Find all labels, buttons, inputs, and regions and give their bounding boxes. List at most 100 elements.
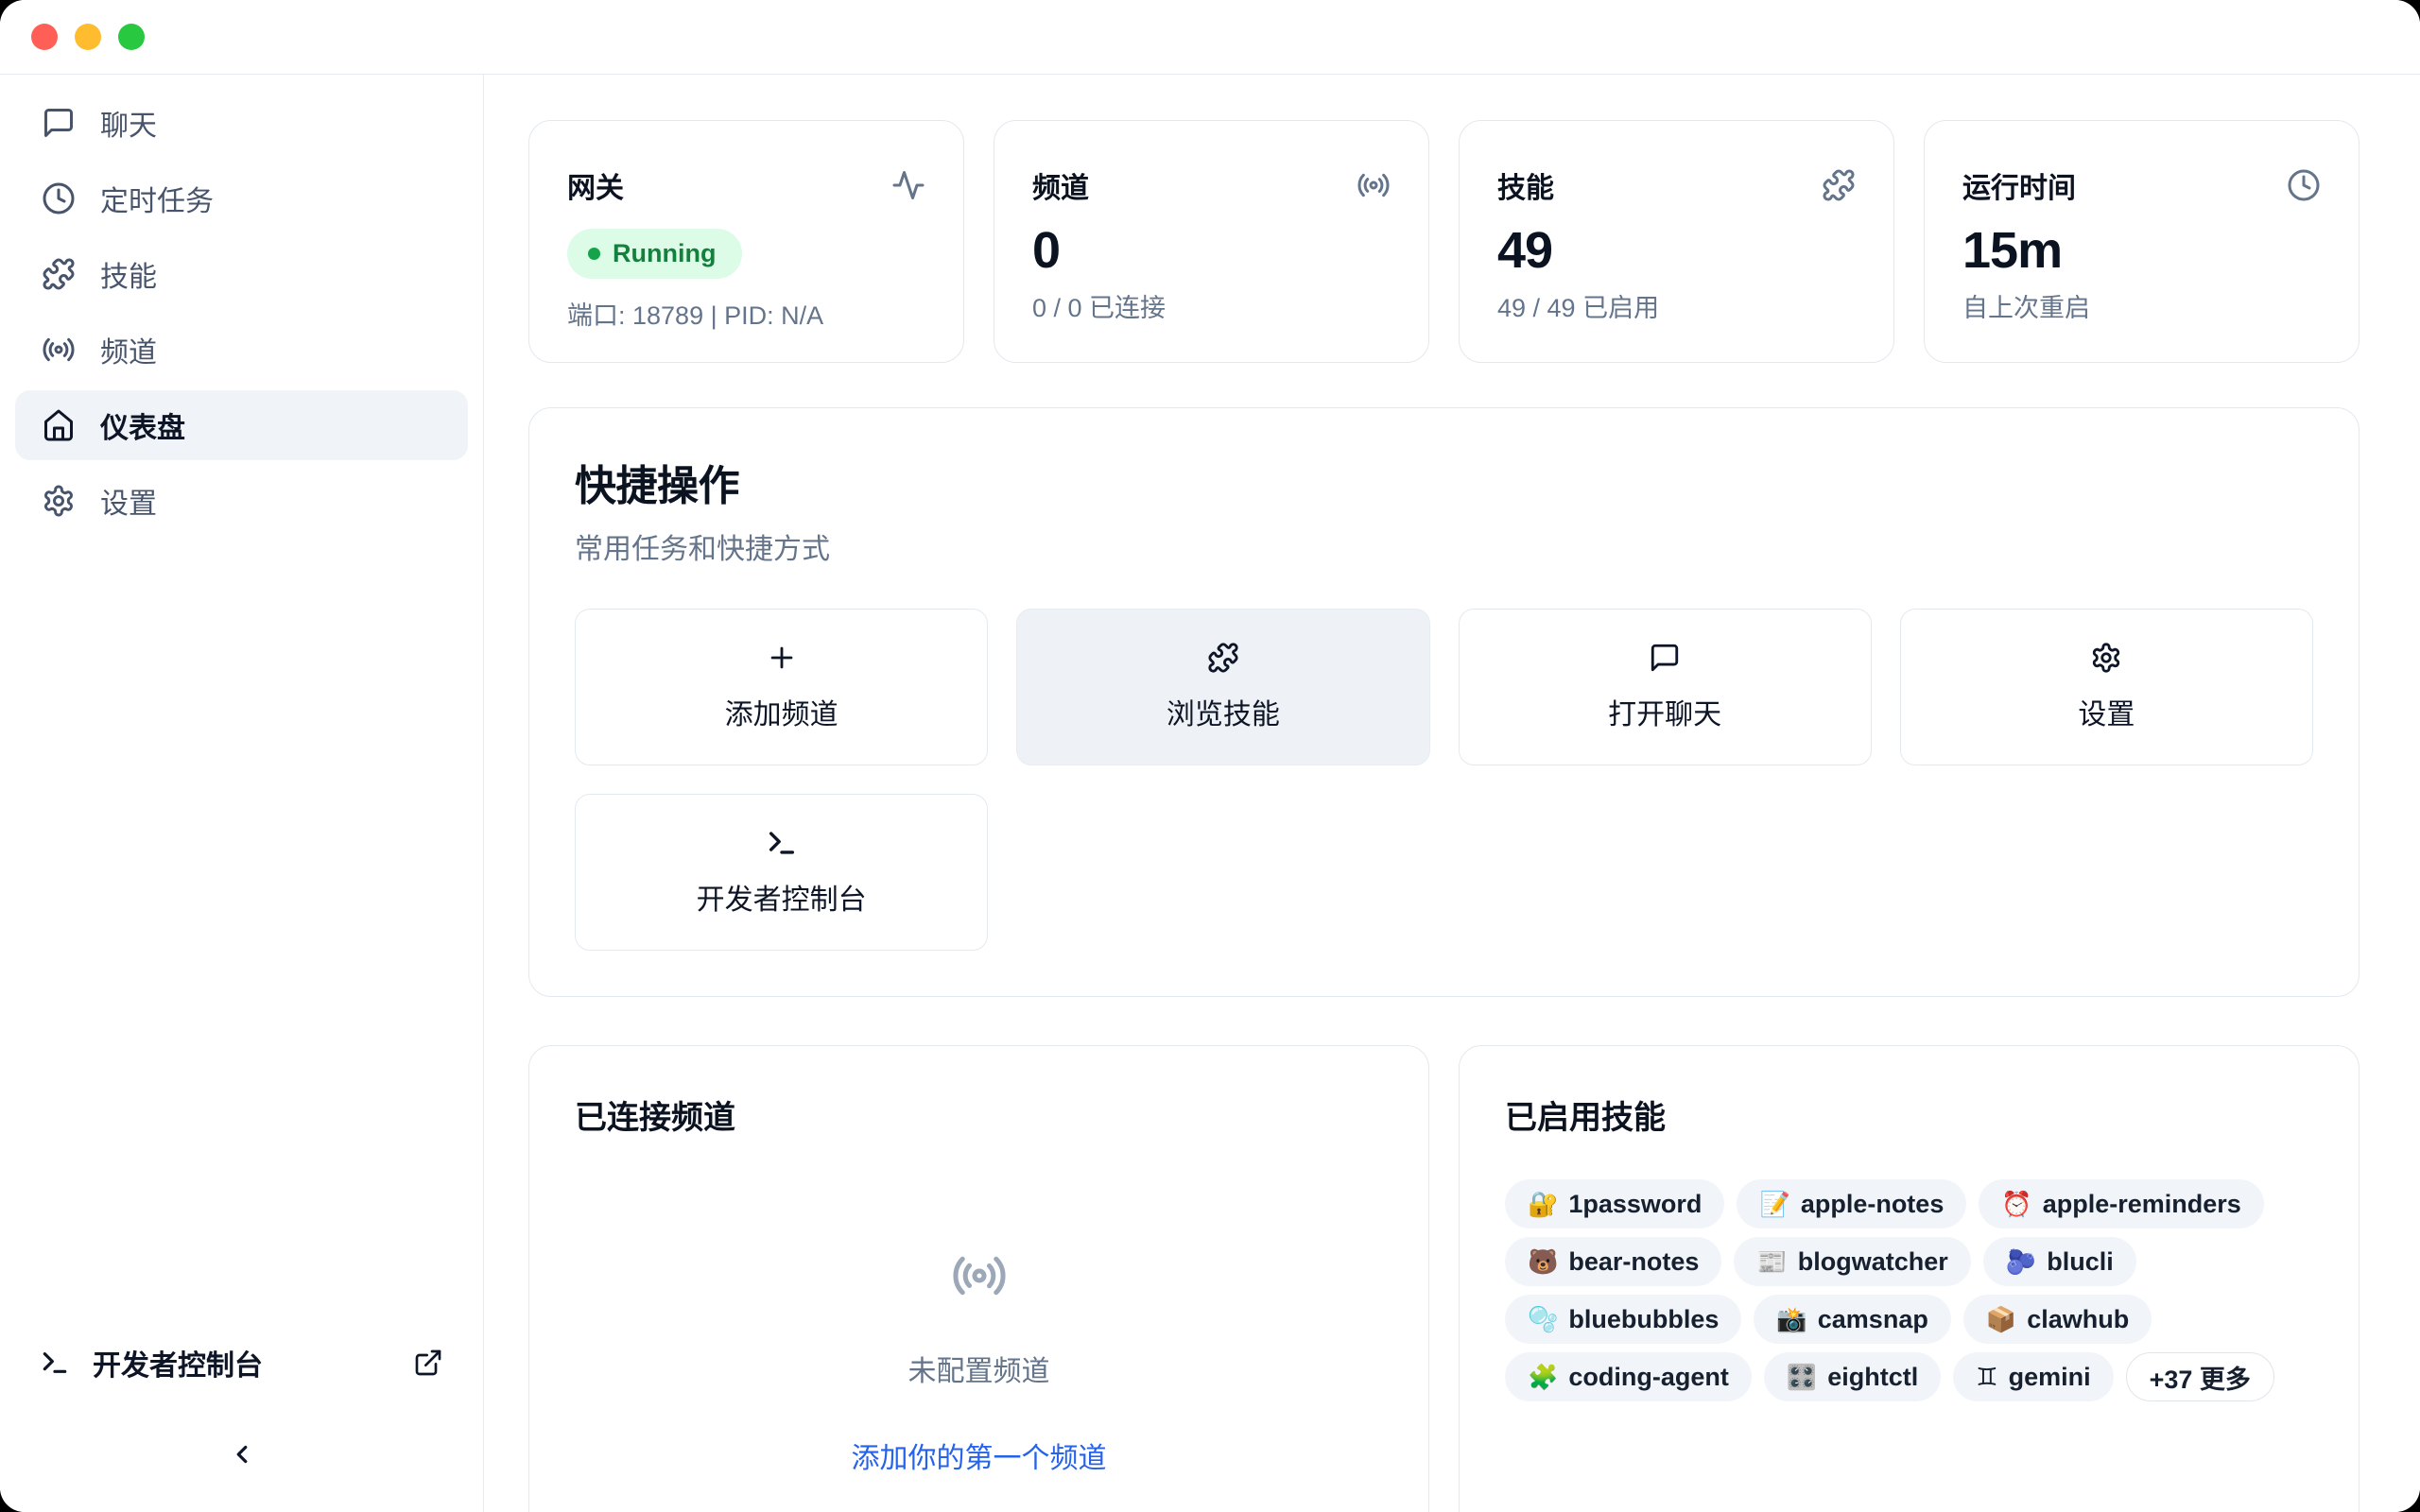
browse-skills-button[interactable]: 浏览技能 xyxy=(1016,609,1429,765)
stat-title: 频道 xyxy=(1032,164,1089,206)
connected-channels-title: 已连接频道 xyxy=(575,1091,1383,1138)
open-chat-button[interactable]: 打开聊天 xyxy=(1459,609,1872,765)
developer-console-button[interactable]: 开发者控制台 xyxy=(575,794,988,951)
close-button[interactable] xyxy=(31,24,58,50)
sidebar-dev-console[interactable]: 开发者控制台 xyxy=(15,1332,468,1393)
puzzle-icon xyxy=(1822,168,1856,202)
add-channel-button[interactable]: 添加频道 xyxy=(575,609,988,765)
skill-emoji: 🫐 xyxy=(2006,1249,2036,1274)
skill-chip[interactable]: 📸camsnap xyxy=(1754,1295,1950,1344)
sidebar-item-label: 聊天 xyxy=(100,102,157,144)
puzzle-icon xyxy=(42,257,76,291)
titlebar xyxy=(0,0,2420,75)
skill-name: bluebubbles xyxy=(1568,1305,1719,1334)
skill-chip[interactable]: 🎛️ eightctl xyxy=(1764,1352,1941,1401)
app-window: 聊天 定时任务 技能 频道 仪表盘 xyxy=(0,0,2420,1512)
gear-icon xyxy=(42,484,76,518)
skill-emoji: 📦 xyxy=(1986,1307,2016,1332)
skill-name: bear-notes xyxy=(1568,1247,1699,1277)
skill-name: apple-notes xyxy=(1801,1190,1945,1219)
stat-card-gateway: 网关 Running 端口: 18789 | PID: N/A xyxy=(528,120,964,363)
sidebar-item-label: 技能 xyxy=(100,253,157,295)
skills-chip-list: 🔐1password 📝 apple-notes ⏰apple-reminders… xyxy=(1505,1179,2313,1401)
settings-button[interactable]: 设置 xyxy=(1900,609,2313,765)
sidebar-item-label: 仪表盘 xyxy=(100,404,185,446)
dev-console-label: 开发者控制台 xyxy=(93,1342,263,1383)
skill-name: clawhub xyxy=(2027,1305,2129,1334)
activity-icon xyxy=(891,168,925,202)
quick-actions-grid: 添加频道 浏览技能 打开聊天 设置 xyxy=(575,609,2313,951)
stat-card-skills: 技能 49 49 / 49 已启用 xyxy=(1459,120,1894,363)
clock-icon xyxy=(2287,168,2321,202)
skill-chip[interactable]: ♊gemini xyxy=(1953,1352,2113,1401)
enabled-skills-title: 已启用技能 xyxy=(1505,1091,2313,1138)
skill-chip[interactable]: 🫐 blucli xyxy=(1983,1237,2136,1286)
skill-emoji: 🫧 xyxy=(1528,1307,1558,1332)
stat-subtext: 自上次重启 xyxy=(1962,287,2321,324)
action-label: 设置 xyxy=(2078,691,2135,732)
add-first-channel-link[interactable]: 添加你的第一个频道 xyxy=(852,1435,1107,1476)
skill-chip[interactable]: 📝 apple-notes xyxy=(1737,1179,1966,1228)
sidebar-collapse-button[interactable] xyxy=(219,1433,265,1478)
skill-emoji: 📝 xyxy=(1759,1192,1789,1216)
stat-subtext: 0 / 0 已连接 xyxy=(1032,287,1391,324)
plus-icon xyxy=(766,642,798,674)
action-label: 开发者控制台 xyxy=(697,876,867,918)
zoom-button[interactable] xyxy=(118,24,145,50)
stat-value: 0 xyxy=(1032,221,1391,280)
skill-name: 1password xyxy=(1568,1190,1702,1219)
skill-chip[interactable]: ⏰apple-reminders xyxy=(1979,1179,2263,1228)
skill-name: gemini xyxy=(2009,1363,2091,1392)
skill-emoji: ⏰ xyxy=(2001,1192,2031,1216)
status-dot xyxy=(588,248,600,260)
sidebar-item-skills[interactable]: 技能 xyxy=(15,239,468,309)
skill-chip[interactable]: 🐻 bear-notes xyxy=(1505,1237,1721,1286)
puzzle-icon xyxy=(1207,642,1239,674)
sidebar-item-scheduled-tasks[interactable]: 定时任务 xyxy=(15,163,468,233)
more-skills-chip[interactable]: +37 更多 xyxy=(2126,1352,2274,1401)
status-badge: Running xyxy=(567,229,742,279)
skill-name: eightctl xyxy=(1827,1363,1918,1392)
terminal-icon xyxy=(766,827,798,859)
skill-name: camsnap xyxy=(1818,1305,1928,1334)
sidebar-item-dashboard[interactable]: 仪表盘 xyxy=(15,390,468,460)
skill-chip[interactable]: 🫧 bluebubbles xyxy=(1505,1295,1741,1344)
skill-chip[interactable]: 📰 blogwatcher xyxy=(1734,1237,1970,1286)
sidebar-nav: 聊天 定时任务 技能 频道 仪表盘 xyxy=(15,88,468,536)
radio-icon xyxy=(42,333,76,367)
bottom-grid: 已连接频道 未配置频道 添加你的第一个频道 已启用技能 🔐1password 📝… xyxy=(528,1045,2360,1512)
chat-icon xyxy=(42,106,76,140)
stats-grid: 网关 Running 端口: 18789 | PID: N/A 频道 xyxy=(528,120,2360,363)
skill-name: coding-agent xyxy=(1568,1363,1729,1392)
action-label: 添加频道 xyxy=(725,691,838,732)
skill-name: blucli xyxy=(2047,1247,2114,1277)
empty-state-text: 未配置频道 xyxy=(908,1348,1050,1389)
sidebar-item-label: 设置 xyxy=(100,480,157,522)
skill-chip[interactable]: 🔐1password xyxy=(1505,1179,1724,1228)
sidebar-item-settings[interactable]: 设置 xyxy=(15,466,468,536)
radio-icon xyxy=(1357,168,1391,202)
skill-chip[interactable]: 🧩coding-agent xyxy=(1505,1352,1752,1401)
skill-emoji: 📰 xyxy=(1756,1249,1787,1274)
external-link-icon[interactable] xyxy=(413,1348,443,1378)
quick-actions-card: 快捷操作 常用任务和快捷方式 添加频道 浏览技能 打开聊天 xyxy=(528,407,2360,997)
stat-card-channels: 频道 0 0 / 0 已连接 xyxy=(994,120,1429,363)
sidebar-item-chat[interactable]: 聊天 xyxy=(15,88,468,158)
stat-value: 15m xyxy=(1962,221,2321,280)
clock-icon xyxy=(42,181,76,215)
chat-icon xyxy=(1649,642,1681,674)
enabled-skills-panel: 已启用技能 🔐1password 📝 apple-notes ⏰apple-rem… xyxy=(1459,1045,2360,1512)
quick-actions-title: 快捷操作 xyxy=(575,452,2313,512)
quick-actions-subtitle: 常用任务和快捷方式 xyxy=(575,525,2313,567)
sidebar-item-label: 定时任务 xyxy=(100,178,214,219)
sidebar-item-channels[interactable]: 频道 xyxy=(15,315,468,385)
stat-subtext: 49 / 49 已启用 xyxy=(1497,287,1856,324)
skill-emoji: 🎛️ xyxy=(1787,1365,1817,1389)
stat-title: 网关 xyxy=(567,164,624,206)
channels-empty-state: 未配置频道 添加你的第一个频道 xyxy=(575,1247,1383,1476)
skill-name: blogwatcher xyxy=(1798,1247,1948,1277)
skill-emoji: 🐻 xyxy=(1528,1249,1558,1274)
skill-chip[interactable]: 📦 clawhub xyxy=(1963,1295,2152,1344)
minimize-button[interactable] xyxy=(75,24,101,50)
chevron-left-icon xyxy=(228,1440,256,1469)
